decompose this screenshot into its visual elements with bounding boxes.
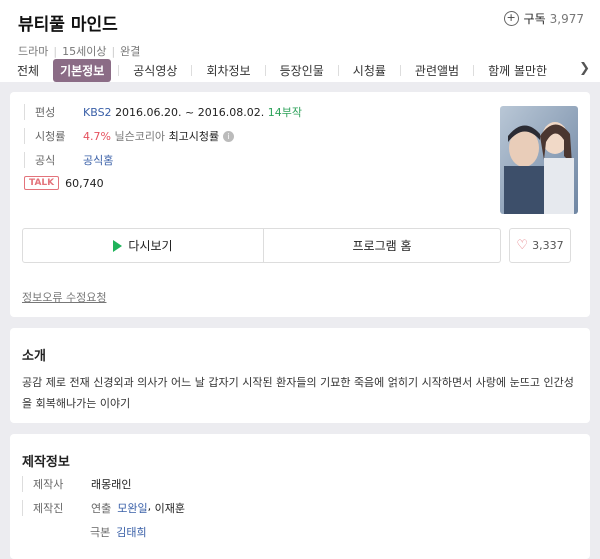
replay-label: 다시보기 [128,239,173,253]
subscribe-label: 구독 [523,12,546,26]
tab-bar: 전체 기본정보 공식영상 회차정보 등장인물 시청률 관련앨범 함께 볼만한 ❯ [0,58,600,82]
program-meta: 드라마 | 15세이상 | 완결 [18,45,141,58]
report-error-link[interactable]: 정보오류 수정요청 [22,289,106,305]
program-poster[interactable] [500,106,578,214]
replay-button[interactable]: 다시보기 [22,228,264,263]
tab-episodes[interactable]: 회차정보 [199,59,257,82]
tab-recommended[interactable]: 함께 볼만한 [481,59,554,82]
plus-circle-icon: + [503,11,519,26]
talk-badge: TALK [24,176,60,190]
writer-row: 극본 김태희 [22,524,185,540]
channel-link[interactable]: KBS2 [83,106,112,119]
director-role: 연출 [91,502,112,515]
broadcast-row: 편성 KBS2 2016.06.20. ~ 2016.08.02. 14부작 [24,104,474,120]
intro-card: 소개 공감 제로 전재 신경외과 의사가 어느 날 갑자기 시작된 환자들의 기… [10,328,590,423]
staff-row: 제작진 연출 모완일, 이재훈 [22,500,185,516]
program-home-button[interactable]: 프로그램 홈 [264,228,501,263]
ratings-label: 시청률 [24,128,83,144]
tab-ratings[interactable]: 시청률 [346,59,393,82]
company-name: 래몽래인 [91,478,132,491]
broadcast-period: 2016.06.20. ~ 2016.08.02. [115,105,265,119]
age-rating: 15세이상 [62,45,107,58]
program-home-label: 프로그램 홈 [352,239,412,253]
tab-characters[interactable]: 등장인물 [273,59,331,82]
episode-count: 14부작 [267,106,302,119]
writer-link[interactable]: 김태희 [116,524,146,540]
official-row: 공식 공식홈 [24,152,474,168]
tab-official-video[interactable]: 공식영상 [126,59,184,82]
broadcast-status: 완결 [120,45,141,58]
like-button[interactable]: ♡ 3,337 [509,228,571,263]
tab-albums[interactable]: 관련앨범 [408,59,466,82]
broadcast-label: 편성 [24,104,83,120]
director-link[interactable]: 모완일 [117,500,147,516]
like-count: 3,337 [532,239,564,252]
tab-basic-info[interactable]: 기본정보 [53,58,112,82]
talk-count: 60,740 [65,176,104,190]
heart-icon: ♡ [516,238,529,253]
company-label: 제작사 [22,476,91,492]
program-title: 뷰티풀 마인드 [18,15,118,35]
rating-source: 닐슨코리아 [114,130,166,143]
basic-info-card: 편성 KBS2 2016.06.20. ~ 2016.08.02. 14부작 시… [10,92,590,317]
program-header: 뷰티풀 마인드 드라마 | 15세이상 | 완결 + 구독 3,977 전체 기본정보 … [0,0,600,82]
genre: 드라마 [18,45,49,58]
tab-all[interactable]: 전체 [10,59,46,82]
chevron-right-icon[interactable]: ❯ [573,61,590,76]
production-title: 제작정보 [22,455,70,470]
action-buttons: 다시보기 프로그램 홈 ♡ 3,337 [22,228,578,263]
production-card: 제작정보 제작사 래몽래인 제작진 연출 모완일, 이재훈 극본 김태희 [10,434,590,559]
intro-title: 소개 [22,349,46,364]
subscribe-button[interactable]: + 구독 3,977 [503,10,584,27]
intro-text: 공감 제로 전재 신경외과 의사가 어느 날 갑자기 시작된 환자들의 기묘한 … [22,376,574,410]
official-label: 공식 [24,152,83,168]
official-home-link[interactable]: 공식홈 [83,152,113,168]
staff-label: 제작진 [22,500,91,516]
company-row: 제작사 래몽래인 [22,476,185,492]
ratings-row: 시청률 4.7% 닐슨코리아 최고시청률 i [24,128,474,144]
info-icon[interactable]: i [223,130,235,142]
play-icon [113,239,123,252]
rating-best: 최고시청률 [168,130,220,143]
talk-row[interactable]: TALK 60,740 [24,176,474,190]
director-second: 이재훈 [154,502,185,515]
writer-role: 극본 [90,526,111,539]
subscribe-count: 3,977 [549,11,584,26]
rating-value: 4.7% [83,129,111,143]
